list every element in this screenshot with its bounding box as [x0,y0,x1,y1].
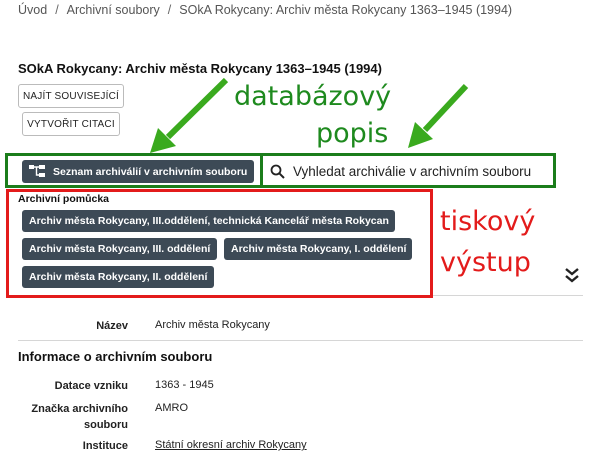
annotation-database-line1: databázový [234,81,392,112]
arrow-icon [150,77,229,153]
section-title: Informace o archivním souboru [18,349,213,364]
institution-label: Instituce [82,440,128,452]
institution-link[interactable]: Státní okresní archiv Rokycany [155,439,307,451]
dating-value: 1363 - 1945 [155,379,214,391]
tree-structure-icon [29,165,45,177]
divider [433,295,583,296]
search-icon [270,164,285,179]
search-placeholder: Vyhledat archiválie v archivním souboru [293,163,532,179]
finding-aid-button[interactable]: Archiv města Rokycany, III. oddělení [22,238,217,260]
dating-label: Datace vzniku [54,380,128,392]
arrow-icon [408,83,469,148]
archive-list-button[interactable]: Seznam archiválií v archivním souboru [22,160,254,183]
divider [18,340,583,341]
archive-search-input[interactable]: Vyhledat archiválie v archivním souboru [265,157,553,185]
archive-list-label: Seznam archiválií v archivním souboru [53,165,248,178]
annotation-database-line2: popis [316,118,389,149]
expand-chevron-icon[interactable] [564,266,580,284]
fonds-code-value: AMRO [155,402,188,414]
finding-aid-label: Archivní pomůcka [18,193,110,205]
finding-aid-button[interactable]: Archiv města Rokycany, III.oddělení, tec… [22,210,395,232]
finding-aid-button[interactable]: Archiv města Rokycany, I. oddělení [224,238,412,260]
annotation-print-line2: výstup [440,247,531,278]
fonds-code-label: Značka archivního souboru [31,403,128,431]
name-value: Archiv města Rokycany [155,319,270,331]
highlight-divider [260,153,263,188]
annotation-print-line1: tiskový [440,206,536,237]
finding-aid-button[interactable]: Archiv města Rokycany, II. oddělení [22,266,214,288]
name-label: Název [96,320,128,332]
